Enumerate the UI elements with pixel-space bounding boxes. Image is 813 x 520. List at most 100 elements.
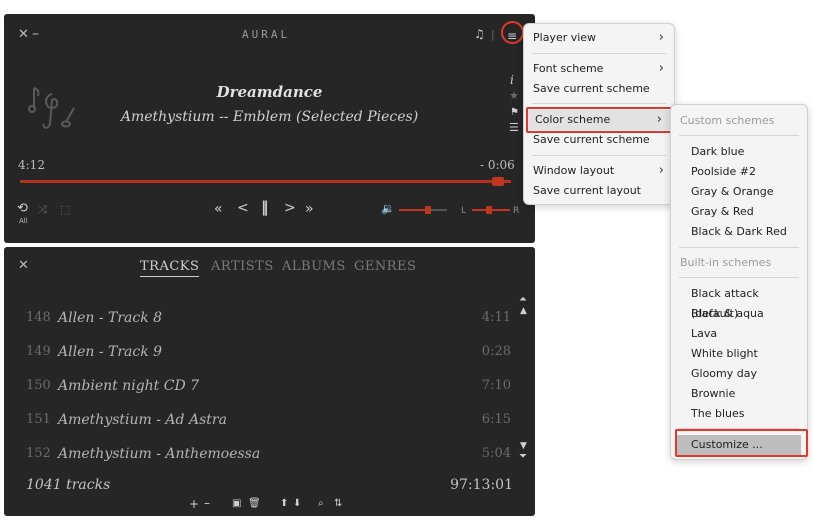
move-up-icon[interactable]: ⬆ [280,498,288,510]
scheme-item[interactable]: Brownie [671,384,807,404]
tab-artists[interactable]: ARTISTS [211,259,274,274]
track-name: Amethystium - Anthemoessa [58,446,261,462]
queue-icon[interactable]: ☰ [509,122,519,134]
scroll-up-icon[interactable]: ▲ [520,305,527,317]
menu-separator [532,103,666,104]
chevron-right-icon: › [658,30,664,45]
scheme-item[interactable]: Gray & Orange [671,182,807,202]
color-scheme-submenu: Custom schemes Dark blue Poolside #2 Gra… [670,104,808,460]
menu-item-player-view[interactable]: Player view › [524,28,674,48]
tab-tracks[interactable]: TRACKS [140,259,200,277]
seek-handle[interactable] [491,177,504,186]
app-title: AURAL [242,28,291,41]
track-name: Amethystium - Ad Astra [58,412,227,428]
repeat-mode-label: All [19,217,28,225]
menu-item-label: Save current layout [533,184,641,197]
menu-item-label: Font scheme [533,62,604,75]
track-duration: 4:11 [481,310,511,325]
separator-icon: | [491,28,495,41]
scheme-item[interactable]: White blight [671,344,807,364]
save-icon[interactable]: ▣ [232,498,241,510]
menu-item-save-color-scheme[interactable]: Save current scheme [524,130,674,150]
repeat-icon[interactable]: ⟲ [17,202,28,215]
seek-forward-icon[interactable]: > [284,201,296,215]
menu-item-label: Save current scheme [533,82,650,95]
chevron-right-icon: › [658,163,664,178]
track-number: 152 [26,446,51,461]
seek-back-icon[interactable]: < [237,201,249,215]
move-down-icon[interactable]: ⬇ [293,498,301,510]
menu-separator [532,155,666,156]
scheme-item[interactable]: Gloomy day [671,364,807,384]
search-icon[interactable]: ⌕ [318,498,324,510]
scheme-item[interactable]: Black attack (default) [671,284,807,320]
menu-item-label: Window layout [533,164,615,177]
track-row[interactable]: 148 Allen - Track 8 4:11 [4,302,535,336]
balance-right-label: R [513,206,520,216]
track-duration: 6:15 [481,412,511,427]
track-name: Allen - Track 8 [58,310,163,326]
track-title: Dreamdance [216,83,323,101]
remaining-time: - 0:06 [480,158,515,172]
volume-handle[interactable] [424,206,431,214]
scheme-item[interactable]: Poolside #2 [671,162,807,182]
track-duration: 0:28 [481,344,511,359]
menu-item-label: Save current scheme [533,133,650,146]
track-number: 151 [26,412,51,427]
close-icon[interactable]: ✕ [18,259,29,272]
track-row[interactable]: 151 Amethystium - Ad Astra 6:15 [4,404,535,438]
track-number: 148 [26,310,51,325]
tab-albums[interactable]: ALBUMS [282,259,346,274]
next-track-icon[interactable]: » [305,202,314,216]
volume-icon[interactable]: 🔉 [381,203,395,215]
playlist-toggle-icon[interactable]: ♫ [474,28,485,40]
customize-highlight [675,429,808,457]
tab-genres[interactable]: GENRES [354,259,416,274]
scheme-item[interactable]: Black & aqua [671,304,807,324]
elapsed-time: 4:12 [18,158,45,172]
player-window: ✕ – AURAL ♫ | ≡ Dreamdance Amethystium -… [4,14,535,243]
scheme-item[interactable]: The blues [671,404,807,424]
flag-icon[interactable]: ⚑ [510,107,519,119]
info-icon[interactable]: i [510,74,514,86]
menu-item-label: Player view [533,31,597,44]
star-icon[interactable]: ★ [509,90,519,102]
sort-icon[interactable]: ⇅ [334,498,342,510]
chevron-right-icon: › [658,61,664,76]
scheme-item[interactable]: Black & Dark Red [671,222,807,242]
pause-icon[interactable]: ‖ [261,200,269,215]
add-icon[interactable]: + [189,498,199,510]
seek-bar[interactable] [20,180,511,183]
menu-item-window-layout[interactable]: Window layout › [524,161,674,181]
balance-handle[interactable] [486,206,493,214]
track-name: Ambient night CD 7 [58,378,200,394]
track-name: Allen - Track 9 [58,344,163,360]
menu-separator [679,135,799,136]
scroll-to-bottom-icon[interactable]: ⏷ [519,451,527,463]
scheme-item[interactable]: Gray & Red [671,202,807,222]
track-count: 1041 tracks [26,477,111,493]
menu-item-font-scheme[interactable]: Font scheme › [524,59,674,79]
track-row[interactable]: 150 Ambient night CD 7 7:10 [4,370,535,404]
scheme-item[interactable]: Dark blue [671,142,807,162]
builtin-schemes-header: Built-in schemes [680,256,772,269]
custom-schemes-header: Custom schemes [680,114,775,127]
close-icon[interactable]: ✕ [18,28,29,41]
remove-icon[interactable]: – [204,497,210,509]
track-row[interactable]: 149 Allen - Track 9 0:28 [4,336,535,370]
menu-icon-highlight [501,21,524,44]
stop-after-icon[interactable]: ⬚ [60,204,70,216]
trash-icon[interactable]: 🗑 [248,498,261,510]
menu-item-save-layout[interactable]: Save current layout [524,181,674,201]
track-row[interactable]: 152 Amethystium - Anthemoessa 5:04 [4,438,535,472]
menu-item-save-font-scheme[interactable]: Save current scheme [524,79,674,99]
playlist-window: ✕ TRACKS ARTISTS ALBUMS GENRES 148 Allen… [4,247,535,516]
previous-track-icon[interactable]: « [214,202,223,216]
minimize-icon[interactable]: – [32,27,39,41]
volume-fill [399,209,428,211]
scheme-item[interactable]: Lava [671,324,807,344]
color-scheme-highlight [526,107,672,133]
track-number: 150 [26,378,51,393]
track-number: 149 [26,344,51,359]
shuffle-icon[interactable]: ⤨ [38,204,47,216]
